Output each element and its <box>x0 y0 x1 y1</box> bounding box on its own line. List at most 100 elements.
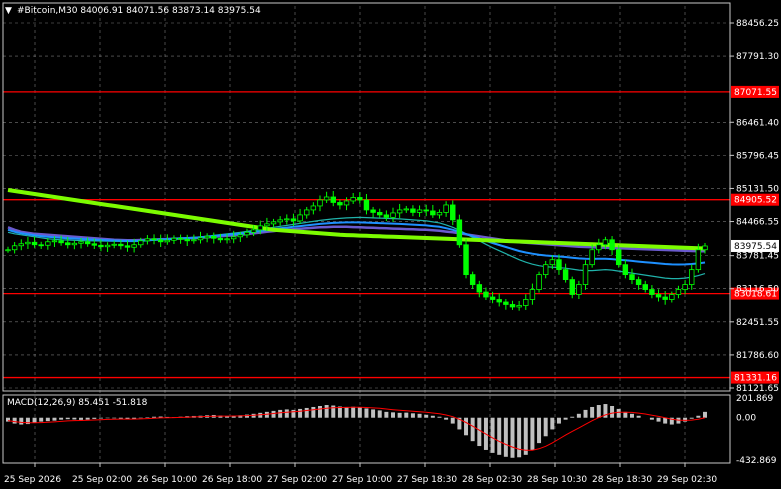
candle-body <box>277 219 283 223</box>
macd-histogram-bar <box>397 412 402 418</box>
candle-body <box>25 241 31 245</box>
macd-histogram-bar <box>72 417 77 420</box>
candle-body <box>549 259 556 266</box>
macd-histogram-bar <box>39 417 44 422</box>
candle-body <box>177 237 184 240</box>
candle-body <box>370 209 376 213</box>
candle-body <box>675 289 682 295</box>
candle-body <box>84 241 91 245</box>
macd-title: MACD(12,26,9) 85.451 -51.818 <box>7 398 148 408</box>
candle-body <box>317 199 323 207</box>
macd-histogram-bar <box>596 405 601 418</box>
macd-histogram-bar <box>337 406 342 418</box>
candle-body <box>250 229 257 233</box>
candle-body <box>483 291 489 298</box>
macd-histogram-bar <box>417 413 422 418</box>
macd-histogram-bar <box>304 407 309 418</box>
macd-histogram-bar <box>444 417 449 420</box>
candle-body <box>191 239 197 242</box>
candle-body <box>669 294 675 300</box>
y-tick-label: 84466.55 <box>736 218 779 228</box>
candle-body <box>489 296 496 300</box>
macd-histogram-bar <box>689 417 694 419</box>
candle-body <box>211 235 217 239</box>
y-tick-label: 86461.40 <box>736 118 779 128</box>
candle-body <box>284 218 290 221</box>
candle-body <box>469 274 476 285</box>
x-tick-label: 27 Sep 02:00 <box>267 475 327 485</box>
candle-body <box>144 238 151 242</box>
moving-averages <box>7 188 706 280</box>
candle-body <box>642 284 648 290</box>
macd-histogram-bar <box>610 405 615 418</box>
candle-body <box>337 202 343 206</box>
candle-body <box>78 241 84 244</box>
candle-body <box>576 284 582 295</box>
candle-body <box>98 244 104 248</box>
candle-body <box>695 249 702 271</box>
candle-body <box>343 200 350 206</box>
macd-histogram-bar <box>298 408 303 418</box>
macd-histogram-bar <box>517 417 522 458</box>
candle-body <box>629 274 635 280</box>
x-tick-label: 28 Sep 10:30 <box>527 475 587 485</box>
candle-body <box>270 221 277 225</box>
macd-y-tick-label: -432.869 <box>736 456 777 466</box>
candle-body <box>124 245 131 248</box>
x-tick-label: 25 Sep 02:00 <box>72 475 132 485</box>
candle-body <box>622 264 629 276</box>
symbol-dropdown-icon[interactable]: ▼ <box>5 6 12 16</box>
macd-histogram-bar <box>450 417 455 424</box>
candle-body <box>31 241 38 246</box>
candles <box>5 191 708 311</box>
y-tick-label: 81121.65 <box>736 384 779 394</box>
candle-body <box>689 269 695 285</box>
level-tag-label: 84905.52 <box>734 196 777 206</box>
macd-histogram-bar <box>152 416 157 418</box>
macd-histogram-bar <box>364 408 369 418</box>
candle-body <box>51 240 58 243</box>
level-tag-label: 87071.55 <box>734 88 777 98</box>
candle-body <box>357 197 363 201</box>
y-tick-label: 85796.45 <box>736 151 779 161</box>
macd-histogram-bar <box>703 411 707 418</box>
candle-body <box>330 196 336 203</box>
macd-histogram-bar <box>52 417 57 421</box>
candle-body <box>682 284 688 290</box>
macd-histogram-bar <box>351 406 356 418</box>
x-tick-label: 27 Sep 18:30 <box>397 475 457 485</box>
candle-body <box>450 204 456 221</box>
macd-histogram-bar <box>550 417 555 430</box>
macd-histogram-bar <box>32 417 37 423</box>
candle-body <box>204 235 210 239</box>
macd-histogram-bar <box>92 417 97 419</box>
candle-body <box>290 218 297 222</box>
candle-body <box>443 204 449 213</box>
macd-histogram-bar <box>291 409 296 418</box>
macd-histogram-bar <box>404 412 409 418</box>
macd-y-tick-label: 0.00 <box>736 414 756 424</box>
candle-body <box>184 238 190 242</box>
candle-body <box>423 209 429 212</box>
macd-histogram-bar <box>636 415 641 418</box>
candle-body <box>662 296 668 300</box>
price-chart-svg[interactable]: 87071.5584905.5283018.6181331.1683975.54… <box>0 0 781 489</box>
macd-histogram-bar <box>503 417 508 457</box>
macd-histogram-bar <box>437 416 442 418</box>
candle-body <box>38 244 44 247</box>
macd-histogram-bar <box>656 417 661 422</box>
macd-histogram-bar <box>357 407 362 418</box>
candle-body <box>562 269 569 280</box>
candle-body <box>310 205 317 211</box>
chart-window[interactable]: 87071.55 84905.52 83018.61 81331.16 83975.54… <box>0 0 781 489</box>
macd-histogram-bar <box>278 409 283 418</box>
macd-histogram-bar <box>79 417 84 420</box>
macd-histogram-bar <box>576 413 581 418</box>
macd-histogram-bar <box>85 417 90 420</box>
macd-histogram-bar <box>377 410 382 418</box>
macd-histogram-bar <box>98 417 103 419</box>
macd-histogram-bar <box>391 412 396 418</box>
macd-y-tick-label: 201.869 <box>736 394 773 404</box>
macd-histogram-bar <box>683 417 688 422</box>
x-tick-label: 29 Sep 02:30 <box>657 475 717 485</box>
